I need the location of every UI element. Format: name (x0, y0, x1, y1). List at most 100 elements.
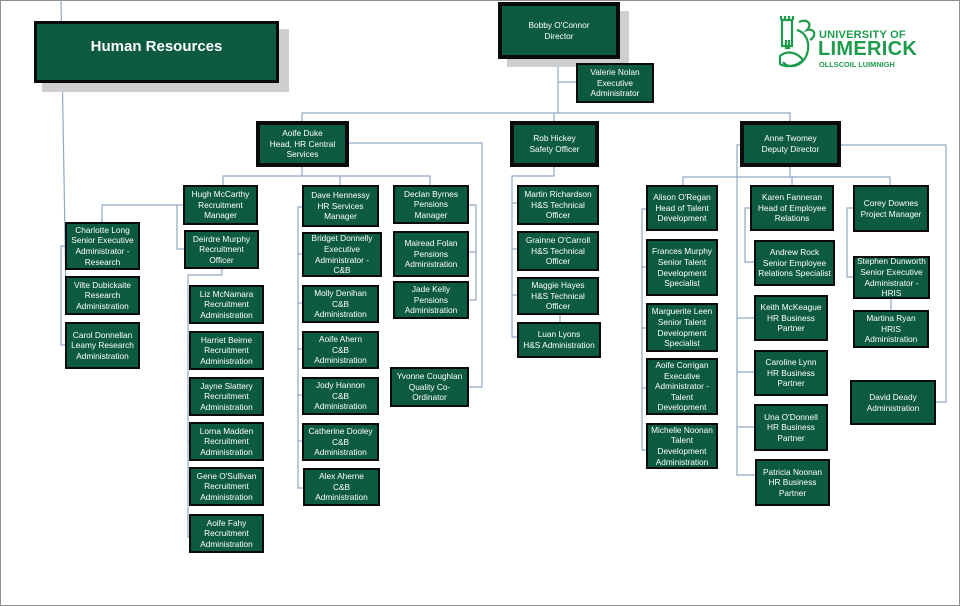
person-role: Senior Executive Administrator - HRIS (860, 266, 923, 299)
org-box-caroline-lynn[interactable]: Caroline Lynn HR Business Partner (754, 350, 828, 396)
person-name: Martina Ryan (866, 313, 916, 324)
person-name: Rob Hickey (533, 133, 576, 144)
org-box-jody-hannon[interactable]: Jody Hannon C&B Administration (302, 377, 379, 415)
person-name: Gene O'Sullivan (196, 470, 257, 481)
person-role: Recruitment Administration (200, 436, 253, 457)
person-role: Research Administration (76, 290, 129, 311)
org-box-bridget-donnelly[interactable]: Bridget Donnelly Executive Administrator … (302, 232, 382, 277)
person-role: Pensions Manager (413, 199, 449, 220)
person-role: Executive Administrator - C&B (315, 243, 369, 276)
org-box-alex-aherne[interactable]: Alex Aherne C&B Administration (303, 468, 380, 506)
org-box-director[interactable]: Bobby O'Connor Director (498, 2, 620, 59)
org-box-mairead-folan[interactable]: Mairead Folan Pensions Administration (393, 231, 469, 277)
person-role: Senior Executive Administrator - Researc… (71, 235, 134, 267)
org-box-jade-kelly[interactable]: Jade Kelly Pensions Administration (393, 281, 469, 319)
org-box-aoife-duke[interactable]: Aoife Duke Head, HR Central Services (256, 121, 349, 167)
person-name: David Deady (869, 391, 917, 402)
org-box-charlotte-long[interactable]: Charlotte Long Senior Executive Administr… (65, 222, 140, 270)
org-box-valerie-nolan[interactable]: Valerie Nolan Executive Administrator (576, 63, 654, 103)
org-box-martina-ryan[interactable]: Martina Ryan HRIS Administration (853, 310, 929, 348)
org-box-karen-fanneran[interactable]: Karen Fanneran Head of Employee Relations (750, 185, 834, 231)
org-box-patricia-noonan[interactable]: Patricia Noonan HR Business Partner (755, 459, 830, 506)
person-role: Quality Co- Ordinator (408, 381, 451, 403)
person-role: Recruitment Administration (200, 481, 253, 502)
page-title: Human Resources (34, 21, 279, 83)
person-role: H&S Technical Officer (531, 290, 585, 312)
person-role: Recruitment Administration (200, 345, 253, 366)
org-box-stephen-dunworth[interactable]: Stephen Dunworth Senior Executive Adminis… (853, 256, 930, 299)
person-name: Catherine Dooley (308, 426, 373, 437)
person-role: HR Business Partner (767, 422, 815, 443)
person-name: Grainne O'Carroll (525, 235, 591, 246)
person-name: Mairead Folan (404, 238, 458, 249)
org-box-deirdre-murphy[interactable]: Deirdre Murphy Recruitment Officer (184, 230, 259, 269)
person-role: Senior Talent Development Specialist (657, 316, 707, 349)
person-name: Valerie Nolan (590, 67, 640, 78)
org-box-alison-oregan[interactable]: Alison O'Regan Head of Talent Development (646, 185, 718, 231)
org-box-andrew-rock[interactable]: Andrew Rock Senior Employee Relations Spe… (754, 240, 835, 286)
org-box-corey-downes[interactable]: Corey Downes Project Manager (853, 185, 929, 232)
org-box-aoife-ahern[interactable]: Aoife Ahern C&B Administration (302, 331, 379, 369)
person-role: Head of Talent Development (655, 202, 709, 224)
person-name: Maggie Hayes (531, 280, 585, 291)
org-box-catherine-dooley[interactable]: Catherine Dooley C&B Administration (302, 423, 379, 461)
org-box-luan-lyons[interactable]: Luan Lyons H&S Administration (517, 322, 601, 358)
org-box-yvonne-coughlan[interactable]: Yvonne Coughlan Quality Co- Ordinator (390, 367, 469, 407)
person-role: Director (544, 30, 574, 41)
org-box-vilte-dubickaite[interactable]: Vilte Dubickaite Research Administration (65, 276, 140, 315)
org-box-marguerite-leen[interactable]: Marguerite Leen Senior Talent Development… (646, 303, 718, 352)
person-name: Alex Aherne (319, 471, 364, 482)
person-name: Charlotte Long (75, 224, 130, 235)
org-box-molly-denihan[interactable]: Molly Denihan C&B Administration (302, 285, 379, 323)
org-box-anne-twomey[interactable]: Anne Twomey Deputy Director (740, 121, 841, 167)
person-name: Harriet Beirne (200, 334, 253, 345)
org-box-keith-mckeague[interactable]: Keith McKeague HR Business Partner (754, 295, 828, 341)
person-name: Aoife Corrigan (655, 360, 709, 371)
org-box-martin-richardson[interactable]: Martin Richardson H&S Technical Officer (517, 185, 599, 225)
person-role: HR Services Manager (317, 200, 364, 222)
org-box-harriet-beirne[interactable]: Harriet Beirne Recruitment Administration (189, 331, 264, 370)
org-box-aoife-fahy[interactable]: Aoife Fahy Recruitment Administration (189, 514, 264, 553)
person-role: Recruitment Officer (199, 244, 244, 265)
person-role: Administration (866, 402, 920, 413)
org-box-michelle-noonan[interactable]: Michelle Noonan Talent Development Admini… (646, 423, 718, 469)
person-role: C&B Administration (314, 436, 367, 458)
person-name: Vilte Dubickaite (73, 279, 132, 290)
org-box-carol-donnellan[interactable]: Carol Donnellan Leamy Research Administra… (65, 322, 140, 369)
person-name: Carol Donnellan (72, 329, 133, 340)
person-role: Talent Development Administration (655, 435, 709, 467)
person-name: Jade Kelly (411, 284, 451, 295)
org-box-liz-mcnamara[interactable]: Liz McNamara Recruitment Administration (189, 285, 264, 324)
logo-line-3: OLLSCOIL LUIMNIGH (819, 60, 895, 69)
person-role: C&B Administration (314, 390, 367, 412)
person-role: Recruitment Administration (200, 528, 253, 549)
person-role: HR Business Partner (767, 367, 815, 389)
org-box-aoife-corrigan[interactable]: Aoife Corrigan Executive Administrator - … (646, 358, 718, 415)
person-role: C&B Administration (314, 344, 367, 366)
person-role: Project Manager (860, 208, 922, 219)
person-role: Recruitment Manager (198, 199, 243, 221)
person-name: Patricia Noonan (762, 466, 823, 477)
org-box-maggie-hayes[interactable]: Maggie Hayes H&S Technical Officer (517, 277, 599, 315)
org-box-jayne-slattery[interactable]: Jayne Slattery Recruitment Administration (189, 377, 264, 416)
university-logo: UNIVERSITY OF LIMERICK OLLSCOIL LUIMNIGH (777, 14, 927, 76)
person-name: Molly Denihan (314, 288, 367, 299)
org-box-grainne-ocarroll[interactable]: Grainne O'Carroll H&S Technical Officer (517, 231, 599, 271)
org-box-declan-byrnes[interactable]: Declan Byrnes Pensions Manager (393, 185, 469, 224)
person-name: Martin Richardson (524, 189, 592, 200)
org-box-una-odonnell[interactable]: Una O'Donnell HR Business Partner (754, 404, 828, 451)
person-name: Deirdre Murphy (192, 233, 251, 244)
person-name: Bridget Donnelly (311, 233, 373, 244)
person-name: Lorna Madden (199, 425, 254, 436)
person-role: H&S Technical Officer (531, 245, 585, 267)
org-box-gene-osullivan[interactable]: Gene O'Sullivan Recruitment Administratio… (189, 467, 264, 506)
org-box-lorna-madden[interactable]: Lorna Madden Recruitment Administration (189, 422, 264, 461)
person-name: Michelle Noonan (651, 424, 713, 435)
org-box-frances-murphy[interactable]: Frances Murphy Senior Talent Development … (646, 239, 718, 296)
person-name: Aoife Duke (282, 128, 323, 139)
org-box-dave-hennessy[interactable]: Dave Hennessy HR Services Manager (302, 185, 379, 227)
org-box-rob-hickey[interactable]: Rob Hickey Safety Officer (510, 121, 599, 167)
org-box-hugh-mccarthy[interactable]: Hugh McCarthy Recruitment Manager (183, 185, 258, 225)
org-box-david-deady[interactable]: David Deady Administration (850, 380, 936, 425)
person-role: Recruitment Administration (200, 391, 253, 412)
